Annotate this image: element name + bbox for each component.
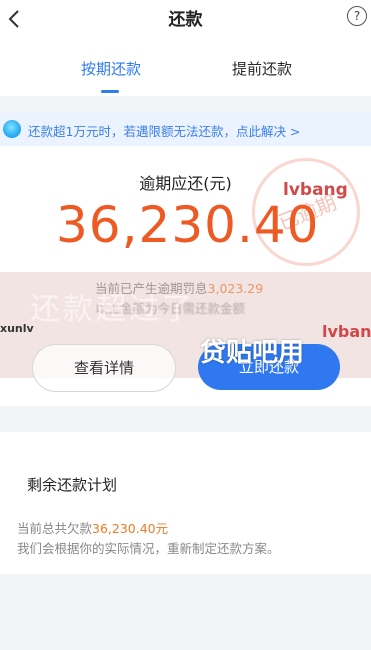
tab-early-repayment[interactable]: 提前还款 xyxy=(232,58,292,79)
notice-text: 还款超1万元时，若遇限额无法还款，点此解决 > xyxy=(28,124,301,139)
repayment-tabs: 按期还款 提前还款 xyxy=(0,40,371,96)
active-tab-indicator xyxy=(101,90,119,93)
overlay-ghost-text: 还款超过了 xyxy=(30,292,195,327)
overdue-amount: 36,230.40 xyxy=(56,196,320,254)
watermark-center: 贷贴吧用 xyxy=(200,338,305,368)
watermark-left: xunlv xyxy=(0,322,34,335)
view-details-button[interactable]: 查看详情 xyxy=(32,344,176,392)
repayment-plan-card: 剩余还款计划 当前总共欠款36,230.40元 我们会根据你的实际情况，重新制定… xyxy=(0,432,371,574)
page-title: 还款 xyxy=(168,10,203,30)
limit-notice-banner[interactable]: 还款超1万元时，若遇限额无法还款，点此解决 > xyxy=(0,112,371,146)
info-icon xyxy=(3,120,21,138)
plan-description: 我们会根据你的实际情况，重新制定还款方案。 xyxy=(17,541,280,556)
watermark-brand-top: lvbang xyxy=(283,180,348,200)
plan-total-amount: 36,230.40元 xyxy=(92,521,169,536)
help-icon[interactable]: ? xyxy=(347,6,367,26)
top-bar: 还款 ? xyxy=(0,0,371,40)
watermark-brand-right: lvban xyxy=(322,322,371,341)
plan-total-debt: 当前总共欠款36,230.40元 xyxy=(17,518,168,537)
plan-title: 剩余还款计划 xyxy=(27,476,118,494)
tab-scheduled-repayment[interactable]: 按期还款 xyxy=(81,58,141,79)
plan-total-prefix: 当前总共欠款 xyxy=(17,521,93,536)
